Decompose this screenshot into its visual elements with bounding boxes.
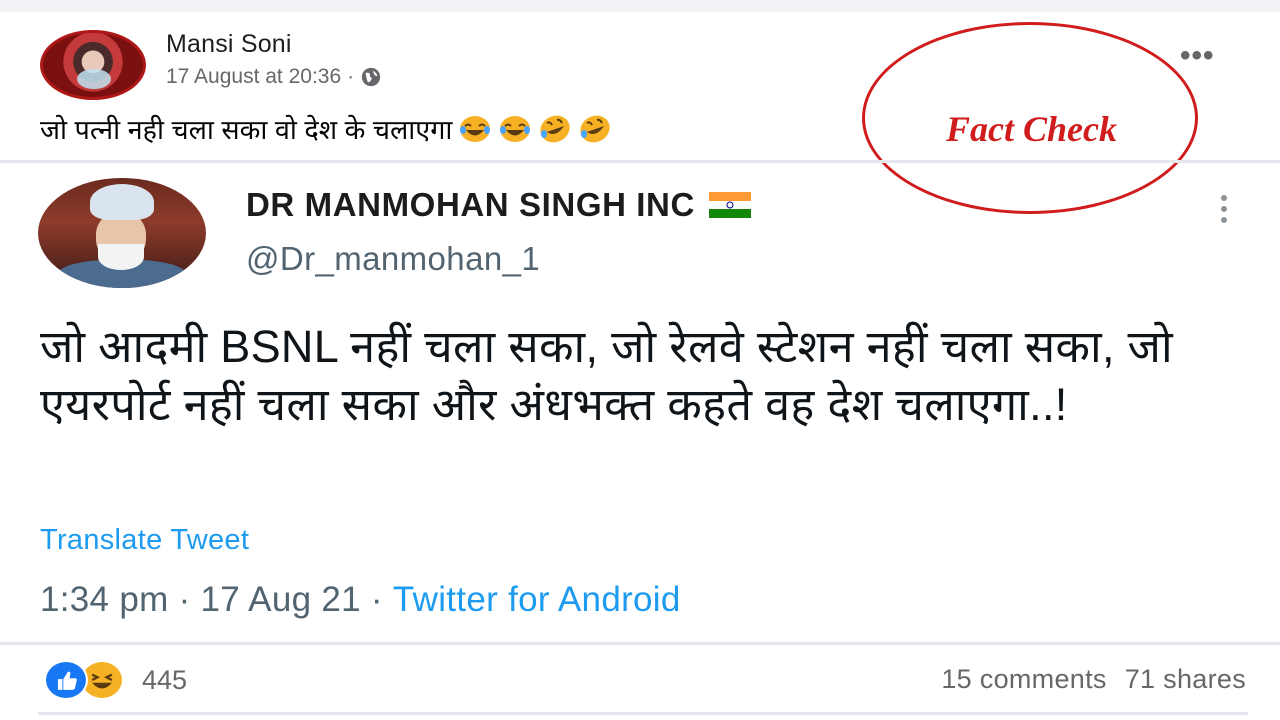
- joy-emoji-icon: [460, 115, 491, 142]
- tweet-date[interactable]: 17 Aug 21: [201, 580, 361, 620]
- joy-emoji-icon: [500, 115, 531, 142]
- post-stats: 15 comments 71 shares: [941, 664, 1246, 695]
- shares-count[interactable]: 71 shares: [1125, 664, 1246, 695]
- tweet-more-icon[interactable]: [1214, 192, 1234, 226]
- translate-tweet-link[interactable]: Translate Tweet: [40, 524, 249, 557]
- rofl-emoji-icon: [580, 115, 611, 142]
- divider: [38, 712, 1248, 715]
- tweet-time[interactable]: 1:34 pm: [40, 580, 169, 620]
- post-options-button[interactable]: •••: [1180, 41, 1215, 71]
- tweet-name-text: DR MANMOHAN SINGH INC: [246, 186, 695, 223]
- like-icon: [44, 660, 88, 700]
- reaction-summary[interactable]: 445: [44, 660, 187, 700]
- post-caption: जो पत्नी नही चला सका वो देश के चलाएगा: [40, 110, 612, 147]
- tweet-meta-separator: ·: [178, 580, 191, 619]
- tweet-meta-separator: ·: [370, 580, 383, 619]
- globe-icon[interactable]: [360, 66, 382, 88]
- tweet-author-avatar[interactable]: [38, 178, 206, 288]
- divider: [0, 642, 1280, 645]
- feed-background-strip: [0, 0, 1280, 12]
- reaction-count: 445: [142, 664, 188, 695]
- tweet-text: जो आदमी BSNL नहीं चला सका, जो रेलवे स्टे…: [40, 321, 1173, 430]
- avatar-beard: [98, 244, 144, 270]
- tweet-meta: 1:34 pm · 17 Aug 21 · Twitter for Androi…: [40, 580, 681, 620]
- india-flag-icon: [708, 192, 751, 218]
- avatar-turban: [90, 184, 154, 220]
- divider: [0, 160, 1280, 163]
- rofl-emoji-icon: [540, 115, 571, 142]
- tweet-handle[interactable]: @Dr_manmohan_1: [246, 240, 540, 278]
- tweet-author-name[interactable]: DR MANMOHAN SINGH INC: [246, 186, 751, 224]
- facebook-post-card: Mansi Soni 17 August at 20:36 · ••• जो प…: [0, 0, 1280, 720]
- author-name[interactable]: Mansi Soni: [166, 30, 292, 59]
- post-timestamp[interactable]: 17 August at 20:36: [166, 65, 341, 89]
- post-meta: 17 August at 20:36 ·: [166, 65, 382, 89]
- author-avatar[interactable]: [40, 30, 146, 100]
- fact-check-label: Fact Check: [946, 109, 1117, 149]
- tweet-source-link[interactable]: Twitter for Android: [393, 580, 681, 620]
- comments-count[interactable]: 15 comments: [941, 664, 1106, 695]
- caption-text: जो पत्नी नही चला सका वो देश के चलाएगा: [40, 115, 453, 145]
- meta-separator: ·: [347, 65, 355, 88]
